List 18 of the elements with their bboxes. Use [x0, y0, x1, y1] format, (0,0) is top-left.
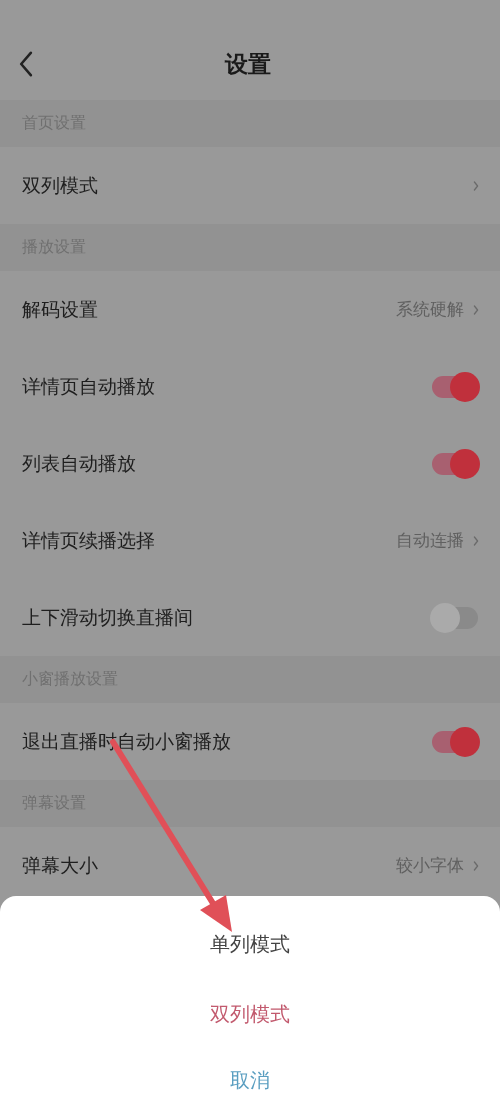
settings-row[interactable]: 上下滑动切换直播间 — [0, 579, 500, 656]
chevron-icon — [472, 533, 480, 548]
cancel-button[interactable]: 取消 — [0, 1049, 500, 1111]
setting-value: 自动连播 — [396, 529, 464, 552]
setting-value: 系统硬解 — [396, 298, 464, 321]
sheet-option[interactable]: 单列模式 — [0, 910, 500, 980]
settings-row[interactable]: 双列模式 — [0, 147, 500, 224]
setting-value: 较小字体 — [396, 854, 464, 877]
chevron-icon — [472, 858, 480, 873]
page-title: 设置 — [225, 49, 271, 79]
back-icon — [18, 51, 34, 77]
chevron-icon — [472, 178, 480, 193]
settings-row[interactable]: 详情页自动播放 — [0, 348, 500, 425]
sheet-option[interactable]: 双列模式 — [0, 979, 500, 1050]
settings-row[interactable]: 列表自动播放 — [0, 425, 500, 502]
settings-row[interactable]: 解码设置 系统硬解 — [0, 271, 500, 348]
settings-row[interactable]: 详情页续播选择 自动连播 — [0, 502, 500, 579]
chevron-icon — [472, 302, 480, 317]
